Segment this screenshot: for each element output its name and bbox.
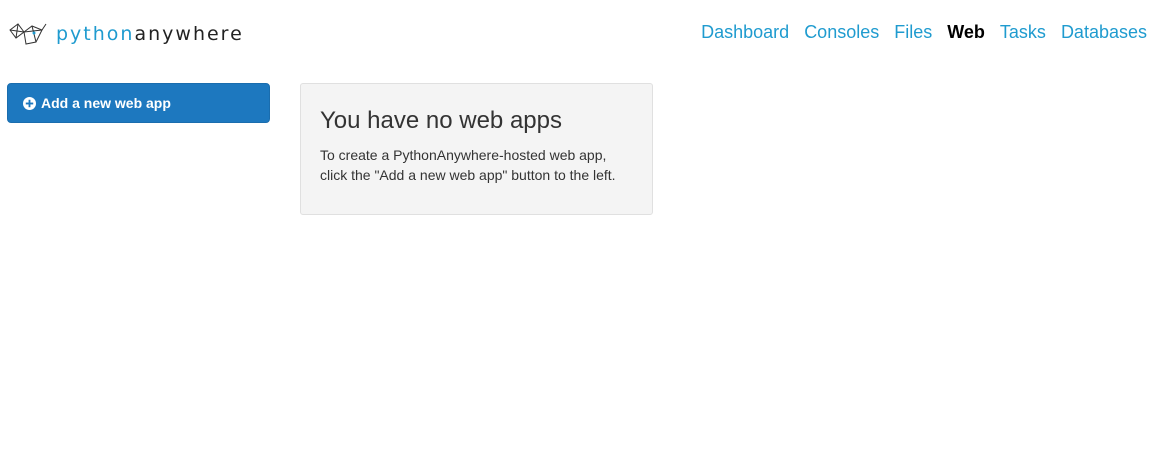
nav-link-consoles[interactable]: Consoles bbox=[804, 22, 879, 42]
brand-python-text: python bbox=[56, 23, 135, 45]
nav-link-dashboard[interactable]: Dashboard bbox=[701, 22, 789, 42]
add-new-web-app-label: Add a new web app bbox=[41, 95, 171, 111]
pythonanywhere-logo-icon bbox=[9, 23, 47, 45]
nav-item-web: Web bbox=[947, 20, 985, 44]
panel-title: You have no web apps bbox=[320, 107, 562, 134]
nav-item-consoles: Consoles bbox=[804, 20, 879, 44]
nav-item-databases: Databases bbox=[1061, 20, 1147, 44]
plus-circle-icon bbox=[23, 96, 36, 110]
add-new-web-app-button[interactable]: Add a new web app bbox=[7, 83, 270, 123]
no-web-apps-panel: You have no web apps To create a PythonA… bbox=[300, 83, 653, 215]
brand-anywhere-text: anywhere bbox=[134, 23, 244, 45]
main-nav: Dashboard Consoles Files Web Tasks Datab… bbox=[686, 20, 1147, 44]
brand-logo-link[interactable]: pythonanywhere bbox=[8, 20, 244, 48]
brand-name: pythonanywhere bbox=[56, 22, 244, 46]
top-navbar: pythonanywhere Dashboard Consoles Files … bbox=[0, 0, 1157, 64]
nav-link-web[interactable]: Web bbox=[947, 22, 985, 42]
panel-text-line-1: To create a PythonAnywhere-hosted web ap… bbox=[320, 147, 607, 163]
panel-text-line-2: click the "Add a new web app" button to … bbox=[320, 167, 616, 183]
nav-item-dashboard: Dashboard bbox=[701, 20, 789, 44]
nav-link-tasks[interactable]: Tasks bbox=[1000, 22, 1046, 42]
nav-item-files: Files bbox=[894, 20, 932, 44]
nav-item-tasks: Tasks bbox=[1000, 20, 1046, 44]
nav-link-files[interactable]: Files bbox=[894, 22, 932, 42]
nav-link-databases[interactable]: Databases bbox=[1061, 22, 1147, 42]
